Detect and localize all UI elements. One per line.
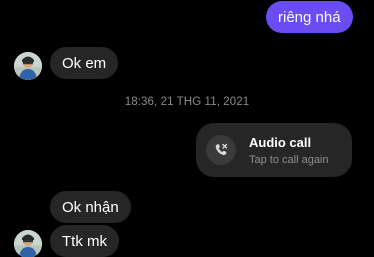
message-text: Ttk mk (62, 232, 107, 250)
message-text: Ok em (62, 54, 107, 72)
audio-call-card[interactable]: Audio call Tap to call again (196, 123, 352, 177)
message-text: Ok nhận (62, 198, 119, 216)
timestamp-divider: 18:36, 21 THG 11, 2021 (124, 96, 250, 108)
avatar[interactable] (14, 230, 42, 257)
message-text: riêng nhá (278, 8, 341, 26)
missed-call-icon (206, 135, 236, 165)
call-title: Audio call (249, 135, 312, 150)
message-bubble-incoming[interactable]: Ok em (50, 47, 119, 79)
avatar-image (14, 52, 42, 80)
chat-thread[interactable]: riêng nhá Ok em 18:36, 21 THG 11, 2021 A… (0, 0, 374, 257)
message-bubble-outgoing[interactable]: riêng nhá (266, 1, 353, 33)
avatar-image (14, 230, 42, 257)
avatar[interactable] (14, 52, 42, 80)
call-subtitle: Tap to call again (249, 154, 329, 166)
message-bubble-incoming[interactable]: Ok nhận (50, 191, 131, 223)
message-bubble-incoming[interactable]: Ttk mk (50, 225, 119, 257)
